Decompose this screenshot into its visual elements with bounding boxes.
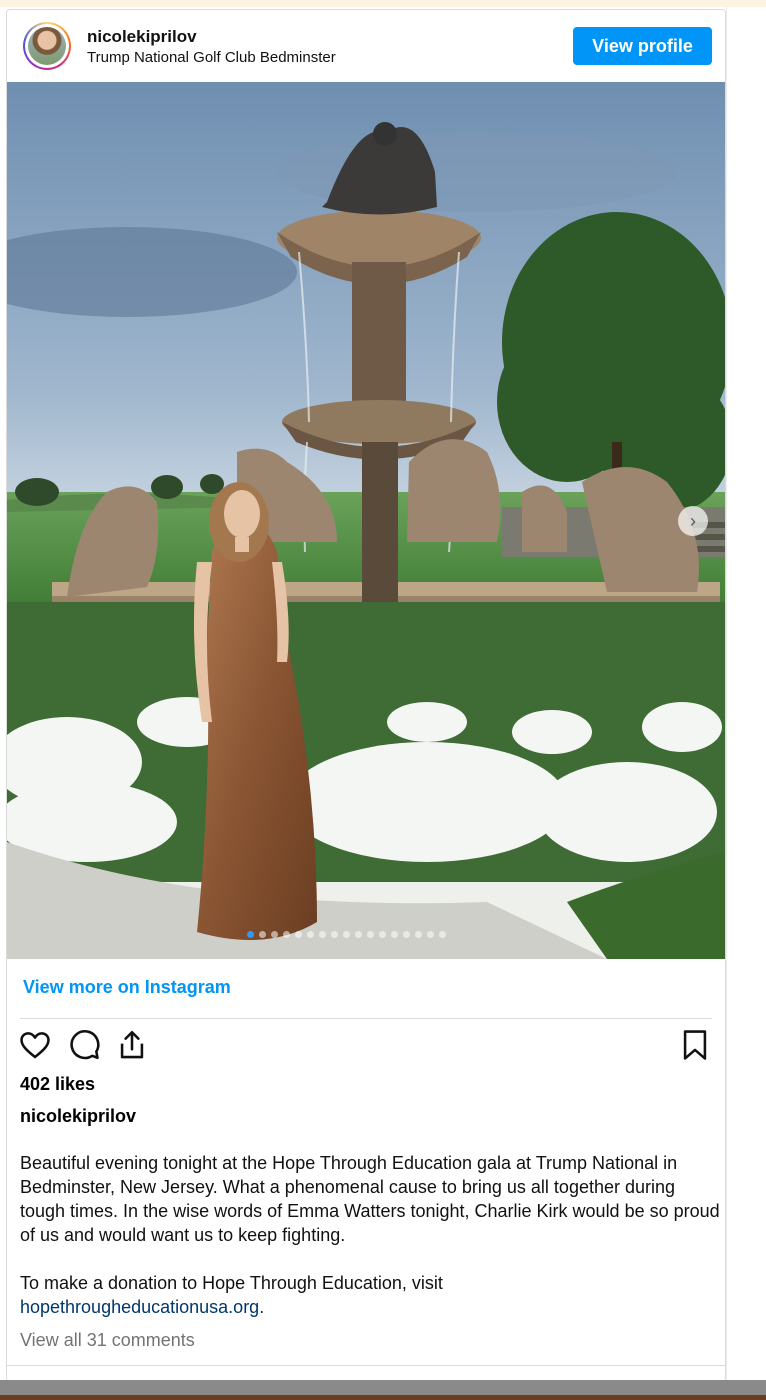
divider [20, 1018, 712, 1019]
carousel-dot [415, 931, 422, 938]
carousel-dot [343, 931, 350, 938]
heart-icon [20, 1032, 50, 1059]
post-location[interactable]: Trump National Golf Club Bedminster [87, 49, 336, 66]
carousel-dot [295, 931, 302, 938]
carousel-dot [403, 931, 410, 938]
divider [7, 1365, 725, 1366]
post-header: nicolekiprilov Trump National Golf Club … [7, 10, 725, 82]
carousel-dot [259, 931, 266, 938]
instagram-embed-card: nicolekiprilov Trump National Golf Club … [6, 9, 726, 1382]
carousel-next-button[interactable]: › [678, 506, 708, 536]
page-bottom-edge [0, 1395, 766, 1400]
like-count[interactable]: 402 likes [20, 1074, 95, 1095]
donation-link[interactable]: hopethrougheducationusa.org. [20, 1297, 264, 1317]
save-button[interactable] [678, 1027, 712, 1068]
comment-icon [70, 1030, 100, 1060]
comment-button[interactable] [67, 1028, 101, 1067]
avatar[interactable] [23, 22, 71, 70]
share-icon [120, 1030, 144, 1059]
browser-top-strip [0, 0, 766, 7]
post-username[interactable]: nicolekiprilov [87, 27, 197, 47]
carousel-indicator [247, 931, 446, 939]
page-gutter [726, 7, 766, 1380]
carousel-dot [439, 931, 446, 938]
carousel-dot [331, 931, 338, 938]
like-button[interactable] [18, 1028, 52, 1067]
share-button[interactable] [115, 1028, 149, 1067]
carousel-dot [283, 931, 290, 938]
carousel-dot [247, 931, 254, 938]
carousel-dot [319, 931, 326, 938]
view-more-on-instagram-link[interactable]: View more on Instagram [23, 977, 231, 998]
chevron-right-icon: › [690, 510, 696, 531]
caption-username[interactable]: nicolekiprilov [20, 1106, 136, 1127]
caption-paragraph: Beautiful evening tonight at the Hope Th… [20, 1153, 720, 1245]
caption-paragraph: To make a donation to Hope Through Educa… [20, 1273, 443, 1293]
post-caption: Beautiful evening tonight at the Hope Th… [20, 1151, 720, 1319]
carousel-dot [427, 931, 434, 938]
carousel-dot [367, 931, 374, 938]
post-photo[interactable]: › [7, 82, 725, 959]
carousel-dot [355, 931, 362, 938]
carousel-dot [391, 931, 398, 938]
view-all-comments-link[interactable]: View all 31 comments [20, 1330, 195, 1351]
carousel-dot [307, 931, 314, 938]
carousel-dot [379, 931, 386, 938]
view-profile-button[interactable]: View profile [573, 27, 712, 65]
carousel-dot [271, 931, 278, 938]
fountain-photo-illustration [7, 82, 725, 959]
bookmark-icon [683, 1030, 707, 1060]
